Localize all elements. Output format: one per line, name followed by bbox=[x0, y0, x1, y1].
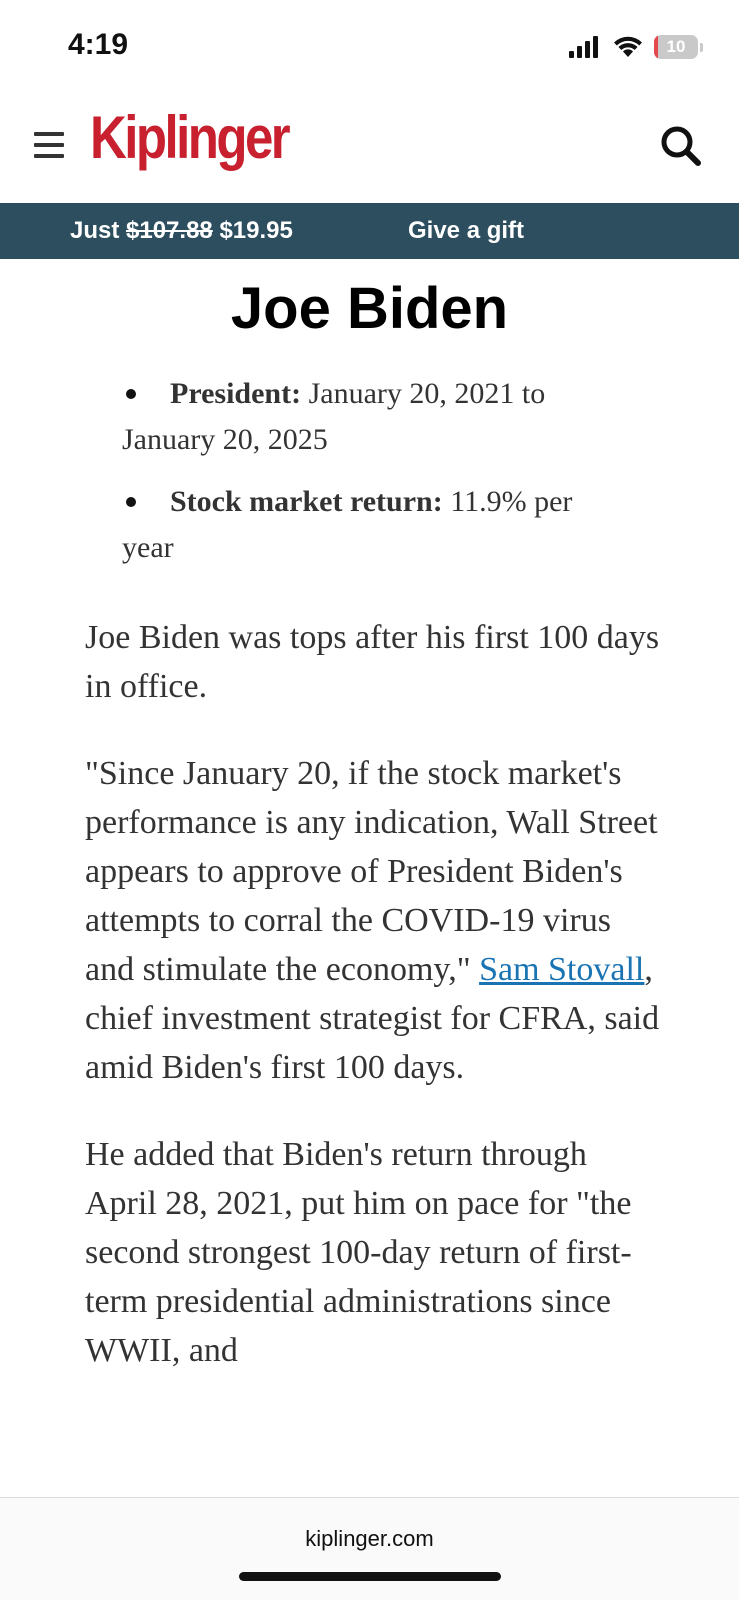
battery-indicator: 10 bbox=[654, 35, 703, 59]
battery-icon: 10 bbox=[654, 35, 698, 59]
site-header: Kiplinger bbox=[0, 92, 739, 203]
browser-page: 4:19 10 Kiplinger Just $107.88 $19.95 Gi… bbox=[0, 0, 739, 1600]
section-heading: Joe Biden bbox=[230, 276, 509, 341]
battery-cap bbox=[700, 42, 703, 52]
paragraph: He added that Biden's return through Apr… bbox=[85, 1136, 632, 1369]
paragraph: Joe Biden was tops after his first 100 d… bbox=[85, 619, 660, 705]
battery-percentage: 10 bbox=[666, 37, 686, 56]
paragraph: "Since January 20, if the stock market's… bbox=[85, 749, 665, 1092]
promo-bar: Just $107.88 $19.95 Give a gift bbox=[0, 203, 739, 259]
give-a-gift-link[interactable]: Give a gift bbox=[408, 217, 524, 245]
offer-old-price: $107.88 bbox=[126, 217, 213, 244]
status-time: 4:19 bbox=[68, 28, 129, 61]
browser-url-bar[interactable]: kiplinger.com bbox=[0, 1497, 739, 1600]
subscription-offer-link[interactable]: Just $107.88 $19.95 bbox=[70, 217, 293, 245]
status-icons: 10 bbox=[568, 32, 703, 62]
bullet-icon bbox=[126, 497, 136, 507]
list-item: President: January 20, 2021 to January 2… bbox=[122, 371, 602, 463]
url-domain[interactable]: kiplinger.com bbox=[0, 1526, 739, 1552]
sam-stovall-link[interactable]: Sam Stovall bbox=[479, 951, 644, 988]
bullet-icon bbox=[126, 389, 136, 399]
kiplinger-logo[interactable]: Kiplinger bbox=[90, 108, 291, 168]
home-indicator[interactable] bbox=[239, 1572, 501, 1581]
wifi-icon bbox=[614, 36, 642, 57]
hamburger-menu-icon[interactable] bbox=[34, 132, 64, 158]
fact-label: President: bbox=[170, 377, 302, 410]
article-text: Joe Biden was tops after his first 100 d… bbox=[85, 613, 665, 1413]
list-item: Stock market return: 11.9% per year bbox=[122, 479, 602, 571]
fact-label: Stock market return: bbox=[170, 485, 443, 518]
offer-new-price: $19.95 bbox=[219, 217, 293, 244]
facts-list: President: January 20, 2021 to January 2… bbox=[122, 371, 602, 587]
cellular-signal-icon bbox=[569, 36, 598, 58]
battery-level-fill bbox=[654, 35, 659, 59]
offer-prefix: Just bbox=[70, 217, 127, 244]
search-icon[interactable] bbox=[659, 124, 703, 168]
status-bar: 4:19 10 bbox=[0, 0, 739, 92]
